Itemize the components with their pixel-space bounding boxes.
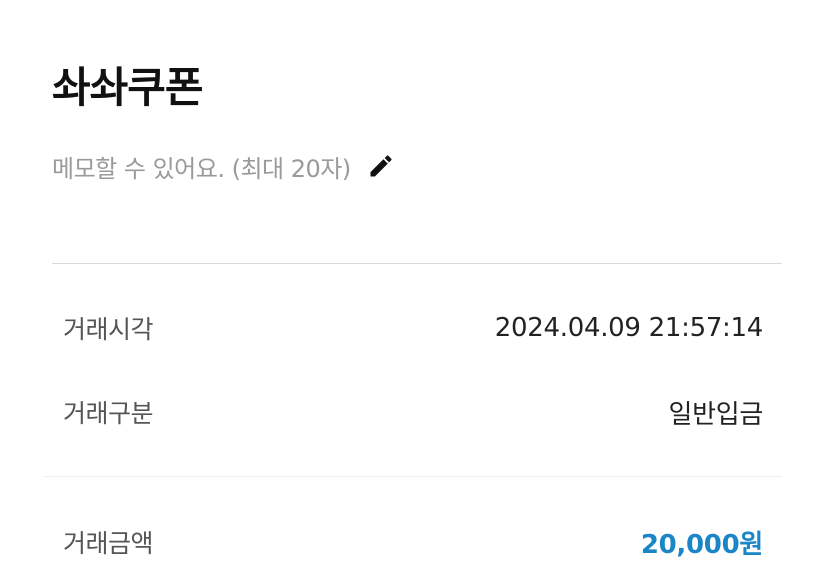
detail-row-amount: 거래금액 20,000원 — [63, 520, 763, 564]
amount-value: 20,000원 — [640, 529, 763, 560]
divider — [52, 263, 782, 264]
time-value: 2024.04.09 21:57:14 — [494, 313, 764, 343]
amount-label: 거래금액 — [63, 529, 154, 558]
pencil-icon[interactable] — [367, 152, 395, 180]
page-title: 솨솨쿠폰 — [52, 63, 204, 112]
type-value: 일반입금 — [668, 399, 764, 430]
divider — [44, 476, 782, 477]
time-label: 거래시각 — [63, 315, 154, 344]
type-label: 거래구분 — [63, 399, 154, 428]
memo-placeholder[interactable]: 메모할 수 있어요. (최대 20자) — [52, 149, 351, 184]
transaction-detail-page: 솨솨쿠폰 메모할 수 있어요. (최대 20자) 거래시각 2024.04.09… — [0, 0, 835, 573]
memo-row[interactable]: 메모할 수 있어요. (최대 20자) — [52, 146, 395, 186]
detail-row-type: 거래구분 일반입금 — [63, 390, 763, 434]
detail-row-time: 거래시각 2024.04.09 21:57:14 — [63, 306, 763, 350]
